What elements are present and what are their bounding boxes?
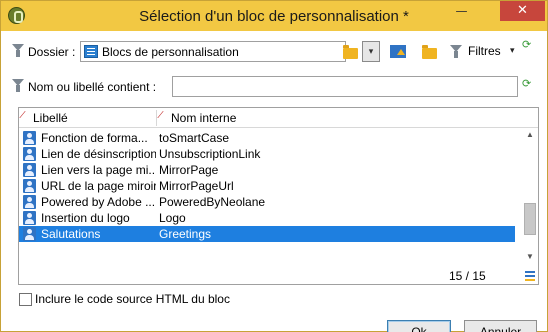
scroll-up-icon[interactable]: ▲ — [522, 128, 538, 142]
scroll-thumb[interactable] — [524, 203, 536, 235]
folder-value: Blocs de personnalisation — [102, 45, 239, 59]
dialog-window: Sélection d'un bloc de personnalisation … — [0, 0, 548, 332]
filters-button[interactable]: Filtres — [468, 44, 501, 58]
column-separator[interactable] — [156, 110, 157, 126]
sort-icon: ∕ — [160, 110, 162, 121]
table-row[interactable]: Powered by Adobe ... PoweredByNeolane — [19, 194, 515, 210]
ok-button[interactable]: Ok — [387, 320, 451, 332]
column-label[interactable]: Libellé — [33, 111, 68, 125]
folder-dropdown-button[interactable]: ▾ — [362, 41, 380, 62]
folder-label: Dossier : — [28, 45, 76, 59]
row-label: Insertion du logo — [41, 211, 130, 225]
list-icon — [84, 45, 98, 58]
table-row[interactable]: URL de la page miroir MirrorPageUrl — [19, 178, 515, 194]
personalization-block-icon — [23, 163, 36, 177]
row-internal-name: PoweredByNeolane — [159, 195, 266, 209]
folder-combo[interactable]: Blocs de personnalisation — [80, 41, 346, 62]
table-row[interactable]: Lien de désinscription UnsubscriptionLink — [19, 146, 515, 162]
refresh-icon[interactable]: ⟳ — [522, 38, 531, 51]
table-row[interactable]: Fonction de forma... toSmartCase — [19, 130, 515, 146]
scroll-down-icon[interactable]: ▼ — [522, 250, 538, 264]
row-label: Salutations — [41, 227, 101, 241]
table-row[interactable]: Lien vers la page mi... MirrorPage — [19, 162, 515, 178]
row-internal-name: MirrorPageUrl — [159, 179, 234, 193]
minimize-button[interactable]: — — [448, 1, 475, 21]
search-input[interactable] — [172, 76, 518, 97]
title-bar[interactable]: Sélection d'un bloc de personnalisation … — [1, 1, 547, 31]
grid-header: ∕ Libellé ∕ Nom interne — [19, 108, 538, 128]
row-internal-name: toSmartCase — [159, 131, 230, 145]
row-internal-name: Logo — [159, 211, 186, 225]
dialog-body: Dossier : Blocs de personnalisation ▾ Fi… — [8, 31, 541, 332]
parent-folder-icon[interactable] — [390, 45, 406, 58]
blocks-grid: ∕ Libellé ∕ Nom interne Fonction de form… — [18, 107, 539, 285]
personalization-block-icon — [23, 131, 36, 145]
personalization-block-icon — [23, 179, 36, 193]
filters-dropdown-icon[interactable]: ▾ — [510, 45, 515, 56]
row-label: Lien de désinscription — [41, 147, 156, 161]
sort-icon: ∕ — [22, 110, 24, 121]
table-row[interactable]: Salutations Greetings — [19, 226, 515, 242]
personalization-block-icon — [23, 195, 36, 209]
grid-menu-icon[interactable] — [525, 271, 535, 273]
vertical-scrollbar[interactable]: ▲ ▼ — [522, 128, 538, 264]
close-button[interactable]: ✕ — [500, 1, 545, 21]
row-label: URL de la page miroir — [41, 179, 156, 193]
personalization-block-icon — [23, 227, 36, 241]
open-folder-icon[interactable] — [422, 45, 437, 59]
include-html-label: Inclure le code source HTML du bloc — [35, 292, 230, 306]
folder-icon[interactable] — [343, 45, 358, 59]
row-internal-name: MirrorPage — [159, 163, 219, 177]
search-filter-icon — [12, 79, 24, 92]
row-label: Lien vers la page mi... — [41, 163, 156, 177]
filter-icon — [12, 44, 24, 57]
include-html-checkbox[interactable] — [19, 293, 32, 306]
row-internal-name: UnsubscriptionLink — [159, 147, 261, 161]
personalization-block-icon — [23, 147, 36, 161]
search-label: Nom ou libellé contient : — [28, 80, 157, 94]
table-row[interactable]: Insertion du logo Logo — [19, 210, 515, 226]
column-internal-name[interactable]: Nom interne — [171, 111, 236, 125]
row-label: Fonction de forma... — [41, 131, 148, 145]
personalization-block-icon — [23, 211, 36, 225]
filters-icon[interactable] — [450, 45, 462, 58]
grid-count: 15 / 15 — [449, 269, 486, 283]
cancel-button[interactable]: Annuler — [464, 320, 537, 332]
search-refresh-icon[interactable]: ⟳ — [522, 77, 531, 90]
row-label: Powered by Adobe ... — [41, 195, 156, 209]
row-internal-name: Greetings — [159, 227, 212, 241]
